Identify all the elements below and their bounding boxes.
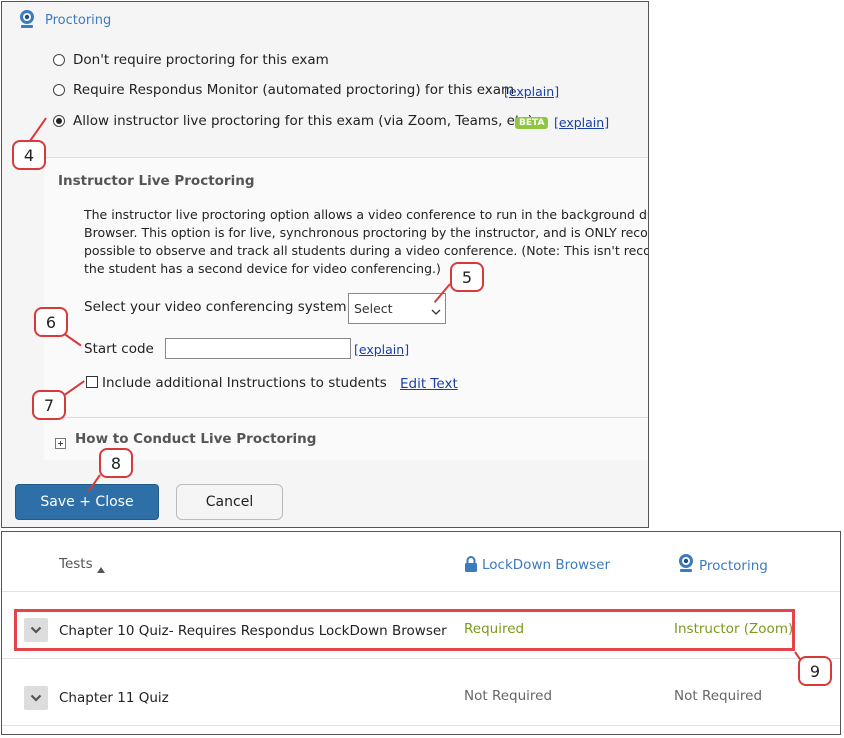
option-no-proctoring-label: Don't require proctoring for this exam	[73, 52, 329, 68]
sort-up-icon[interactable]	[96, 559, 106, 578]
test-name-chapter-11[interactable]: Chapter 11 Quiz	[59, 690, 169, 706]
proctoring-column-header[interactable]: Proctoring	[699, 558, 768, 574]
video-system-label: Select your video conferencing system	[84, 299, 347, 315]
include-instructions-checkbox[interactable]	[86, 376, 98, 388]
explain-live-link[interactable]: [explain]	[554, 115, 609, 130]
row-expand-chevron-down-icon[interactable]	[24, 686, 48, 710]
video-system-select[interactable]: Select	[348, 293, 446, 324]
webcam-icon	[18, 9, 36, 33]
start-code-input[interactable]	[165, 338, 351, 359]
highlight-row-frame	[14, 609, 795, 651]
radio-live-proctoring[interactable]	[53, 115, 65, 127]
proctoring-header-title: Proctoring	[45, 13, 112, 28]
cancel-button[interactable]: Cancel	[176, 484, 283, 520]
explain-start-code-link[interactable]: [explain]	[354, 342, 409, 357]
edit-text-link[interactable]: Edit Text	[400, 376, 458, 392]
how-to-conduct-toggle[interactable]: How to Conduct Live Proctoring	[75, 431, 316, 447]
live-section-description: The instructor live proctoring option al…	[84, 207, 649, 276]
row-divider	[2, 725, 840, 726]
callout-6: 6	[34, 307, 68, 337]
radio-respondus-monitor[interactable]	[53, 84, 65, 96]
option-respondus-monitor-label: Require Respondus Monitor (automated pro…	[73, 82, 515, 98]
callout-5: 5	[450, 262, 484, 292]
live-section-title: Instructor Live Proctoring	[58, 173, 255, 189]
callout-7: 7	[32, 390, 66, 420]
callout-4: 4	[12, 140, 46, 170]
plus-box-icon[interactable]	[55, 434, 66, 453]
video-system-select-value: Select	[354, 301, 393, 316]
section-divider	[44, 417, 648, 418]
start-code-label: Start code	[84, 341, 154, 357]
callout-8: 8	[99, 448, 133, 478]
live-proctoring-section: Instructor Live Proctoring The instructo…	[44, 157, 649, 460]
lockdown-status-chapter-11: Not Required	[464, 688, 553, 704]
beta-badge: BETA	[515, 117, 549, 129]
header-divider	[2, 591, 840, 592]
radio-no-proctoring[interactable]	[53, 54, 65, 66]
lock-icon	[464, 556, 478, 577]
lockdown-column-header[interactable]: LockDown Browser	[482, 557, 610, 573]
select-caret-icon	[431, 304, 441, 319]
webcam-icon	[677, 553, 695, 577]
proctoring-status-chapter-11: Not Required	[674, 688, 763, 704]
proctoring-settings-panel: Proctoring Don't require proctoring for …	[1, 1, 649, 528]
row-divider	[2, 658, 840, 659]
tests-column-header[interactable]: Tests	[59, 556, 93, 572]
save-close-button[interactable]: Save + Close	[15, 484, 159, 520]
explain-monitor-link[interactable]: [explain]	[504, 84, 559, 99]
include-instructions-label: Include additional Instructions to stude…	[102, 375, 387, 391]
option-live-proctoring-label: Allow instructor live proctoring for thi…	[73, 113, 533, 129]
callout-9: 9	[798, 656, 832, 686]
